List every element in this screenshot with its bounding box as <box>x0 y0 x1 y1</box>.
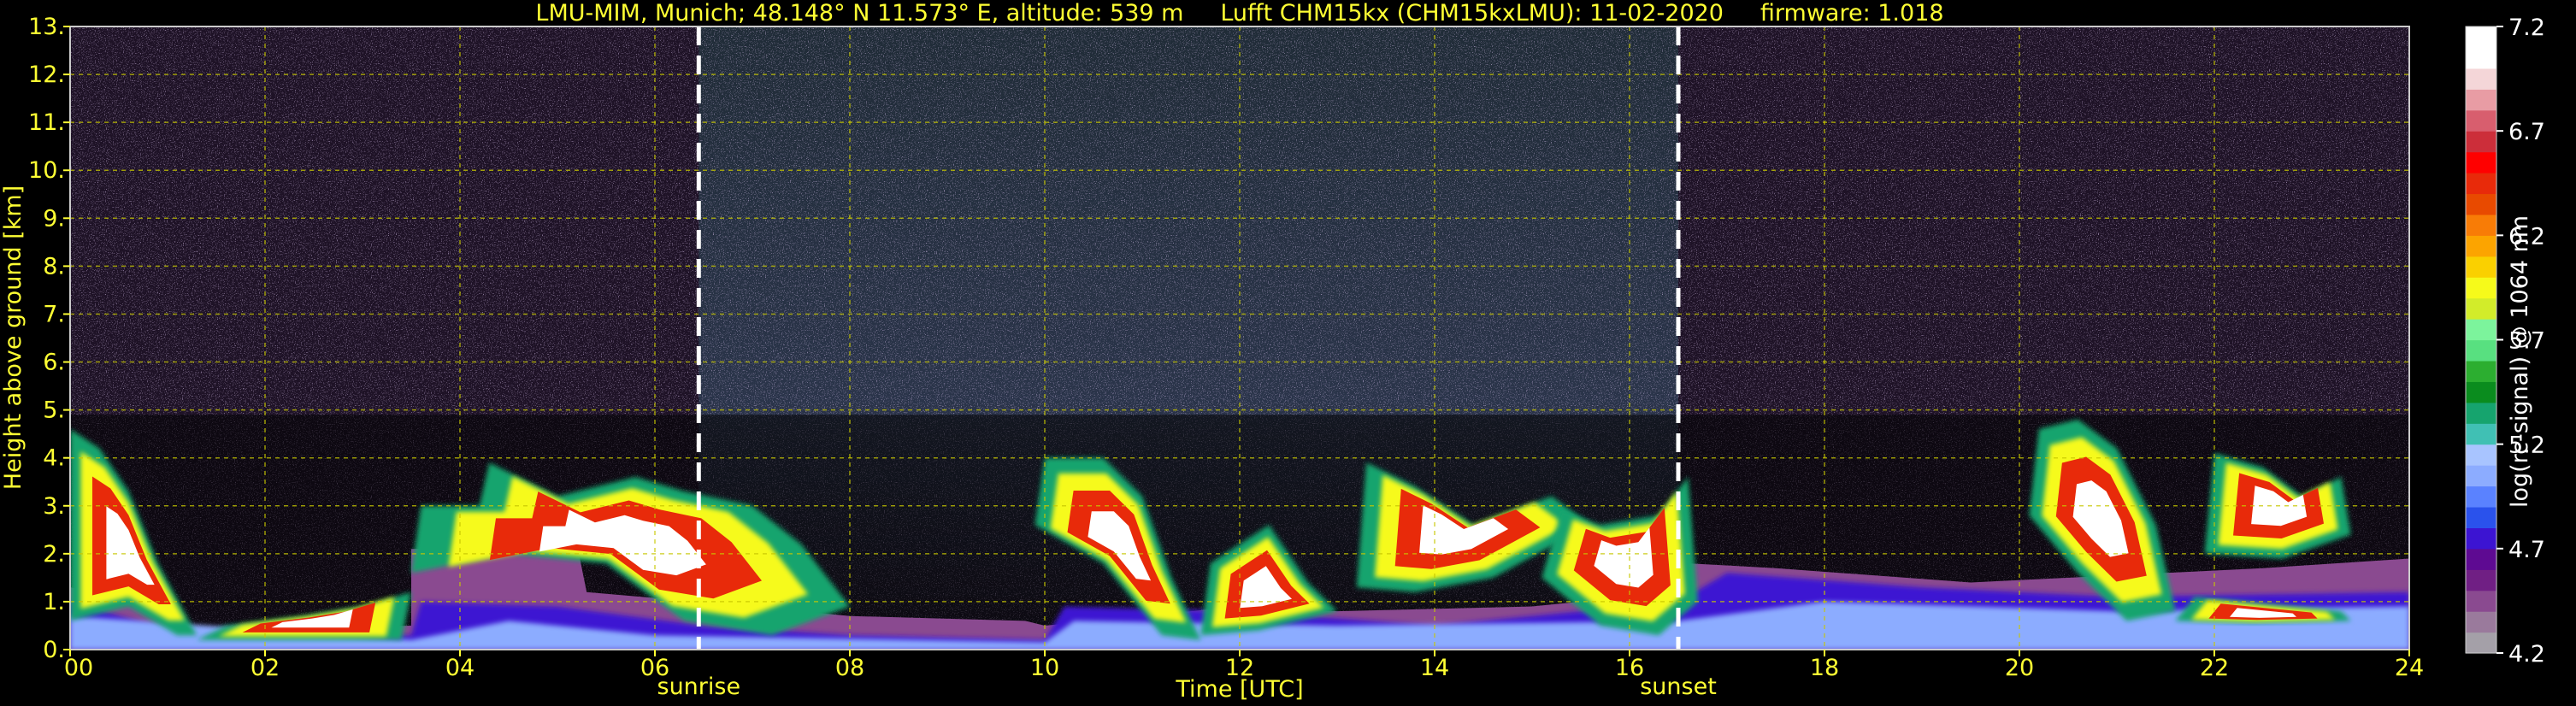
colorbar-segment <box>2466 151 2496 174</box>
x-tick-label: 20 <box>2005 655 2034 681</box>
x-tick-label: 04 <box>445 655 475 681</box>
x-tick-label: 18 <box>1810 655 1839 681</box>
y-axis-label: Height above ground [km] <box>0 185 27 490</box>
colorbar <box>2465 26 2497 654</box>
colorbar-segment <box>2466 319 2496 341</box>
ceilometer-chart: sunrise sunset 00 02 04 06 08 10 12 14 16 18 20 22 24… <box>0 0 2545 703</box>
x-tick-label: 22 <box>2200 655 2229 681</box>
colorbar-segment <box>2466 68 2496 90</box>
sunset-label: sunset <box>1640 674 1717 700</box>
colorbar-segment <box>2466 339 2496 362</box>
colorbar-segment <box>2466 360 2496 382</box>
x-tick-label: 06 <box>640 655 669 681</box>
x-tick-label: 16 <box>1615 655 1644 681</box>
colorbar-segment <box>2466 193 2496 215</box>
colorbar-segment <box>2466 47 2496 69</box>
colorbar-tick-label: 6.7 <box>2508 119 2545 145</box>
y-tick-label: 7. <box>43 301 65 327</box>
colorbar-segment <box>2466 444 2496 466</box>
colorbar-tick-label: 7.2 <box>2508 15 2545 41</box>
chart-title: LMU-MIM, Munich; 48.148° N 11.573° E, al… <box>535 0 1943 26</box>
y-tick-label: 4. <box>43 445 65 472</box>
colorbar-segment <box>2466 632 2496 654</box>
colorbar-segment <box>2466 26 2496 49</box>
y-tick-label: 5. <box>43 397 65 424</box>
colorbar-segment <box>2466 131 2496 153</box>
x-tick-label: 08 <box>835 655 864 681</box>
colorbar-label: log(rc-signal) @ 1064 nm <box>2507 215 2533 508</box>
colorbar-segment <box>2466 485 2496 508</box>
colorbar-segment <box>2466 569 2496 591</box>
x-tick-label: 10 <box>1030 655 1059 681</box>
y-tick-label: 12. <box>28 62 65 88</box>
colorbar-segment <box>2466 277 2496 299</box>
colorbar-segment <box>2466 173 2496 195</box>
y-tick-label: 13. <box>28 14 65 40</box>
colorbar-segment <box>2466 590 2496 612</box>
y-tick-label: 10. <box>28 157 65 184</box>
y-tick-label: 3. <box>43 493 65 520</box>
x-axis-label: Time [UTC] <box>1175 676 1303 703</box>
colorbar-segment <box>2466 423 2496 445</box>
colorbar-segment <box>2466 214 2496 236</box>
y-tick-label: 2. <box>43 541 65 568</box>
colorbar-segment <box>2466 297 2496 320</box>
y-tick-label: 1. <box>43 589 65 615</box>
y-tick-label: 0. <box>43 637 65 663</box>
x-tick-label: 02 <box>251 655 280 681</box>
colorbar-segment <box>2466 381 2496 403</box>
y-tick-labels: 0. 1. 2. 3. 4. 5. 6. 7. 8. 9. 10. 11. 12. 13. <box>28 14 70 663</box>
colorbar-segment <box>2466 506 2496 528</box>
colorbar-segment <box>2466 109 2496 132</box>
colorbar-segment <box>2466 527 2496 550</box>
colorbar-segment <box>2466 402 2496 424</box>
colorbar-segment <box>2466 256 2496 278</box>
y-tick-label: 9. <box>43 205 65 232</box>
x-tick-label: 14 <box>1420 655 1449 681</box>
colorbar-segment <box>2466 465 2496 487</box>
colorbar-tick-label: 4.7 <box>2508 537 2545 563</box>
colorbar-segment <box>2466 89 2496 111</box>
y-tick-label: 8. <box>43 253 65 279</box>
y-tick-label: 6. <box>43 350 65 376</box>
colorbar-segment <box>2466 611 2496 633</box>
x-tick-label: 00 <box>64 655 93 681</box>
colorbar-segment <box>2466 548 2496 570</box>
y-tick-label: 11. <box>28 109 65 136</box>
x-tick-label: 24 <box>2395 655 2424 681</box>
colorbar-segment <box>2466 235 2496 257</box>
colorbar-tick-label: 4.2 <box>2508 641 2545 668</box>
